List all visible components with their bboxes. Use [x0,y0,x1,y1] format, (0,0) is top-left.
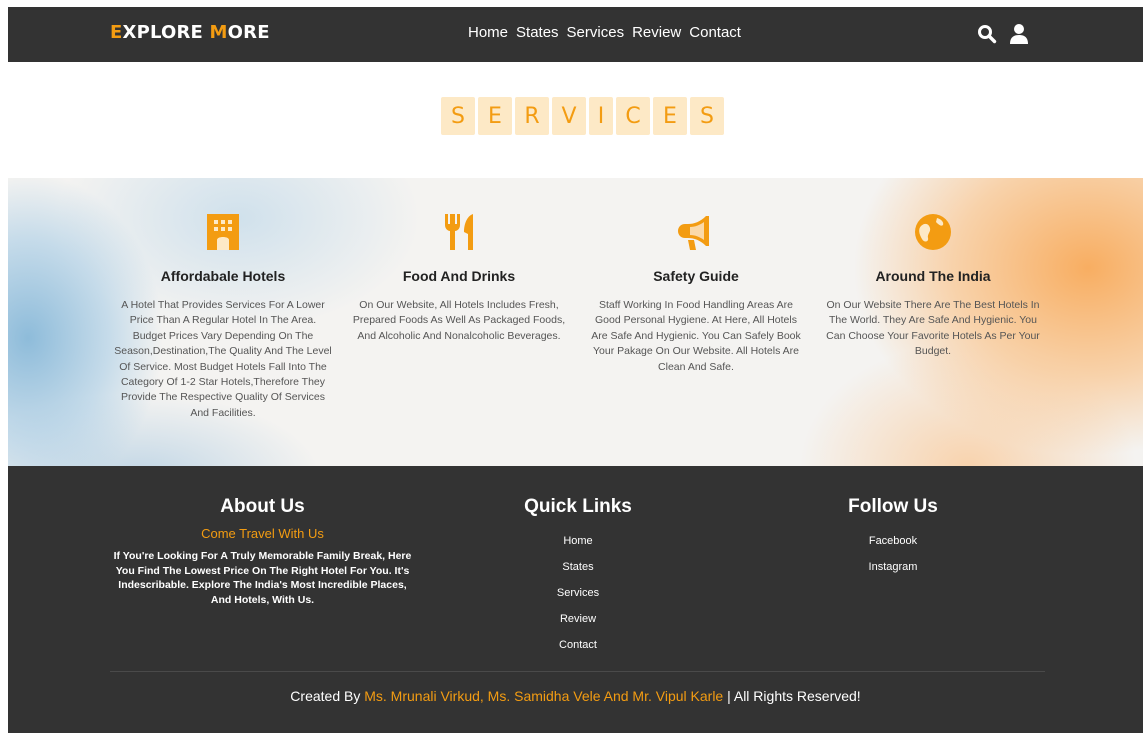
nav-icons [976,23,1030,45]
service-description: A Hotel That Provides Services For A Low… [114,299,332,419]
footer-link-review[interactable]: Review [488,610,668,636]
service-description: On Our Website There Are The Best Hotels… [826,299,1040,358]
hotel-icon [203,212,243,252]
heading-letter: C [616,97,650,135]
logo-letter-e: E [110,22,123,43]
nav-links: Home States Services Review Contact [468,24,749,41]
footer-quick-links-title: Quick Links [524,496,632,517]
footer-link-contact[interactable]: Contact [488,636,668,662]
nav-link-review[interactable]: Review [632,24,681,41]
footer-about-title: About Us [220,496,305,517]
footer-about: About Us Come Travel With Us If You're L… [110,496,415,607]
footer-credits: Created By Ms. Mrunali Virkud, Ms. Samid… [8,688,1143,704]
footer-quick-links: Quick Links Home States Services Review … [488,496,668,662]
heading-letter: E [478,97,512,135]
footer-follow-title: Follow Us [848,496,938,517]
logo-letter-m: M [209,22,228,43]
heading-letter: E [653,97,687,135]
credits-prefix: Created By [290,688,365,704]
nav-link-states[interactable]: States [516,24,559,41]
footer-link-instagram[interactable]: Instagram [808,558,978,584]
credits-suffix: | All Rights Reserved! [723,688,861,704]
service-title: Around The India [875,268,991,284]
nav-link-home[interactable]: Home [468,24,508,41]
heading-letter: V [552,97,586,135]
footer-link-facebook[interactable]: Facebook [808,532,978,558]
logo-word-xplore: XPLORE [122,22,210,43]
search-icon[interactable] [976,23,998,45]
utensils-icon [439,212,479,252]
footer-follow-us: Follow Us Facebook Instagram [808,496,978,584]
heading-letter: S [441,97,475,135]
heading-letter: I [589,97,613,135]
follow-links-list: Facebook Instagram [808,532,978,584]
quick-links-list: Home States Services Review Contact [488,532,668,662]
services-section: Affordabale Hotels A Hotel That Provides… [8,178,1143,466]
service-title: Food And Drinks [402,268,516,284]
nav-link-services[interactable]: Services [567,24,625,41]
footer-link-services[interactable]: Services [488,584,668,610]
footer-divider [110,671,1045,672]
bullhorn-icon [676,212,716,252]
service-title: Affordabale Hotels [160,268,286,284]
services-heading: S E R V I C E S [441,97,724,135]
globe-icon [913,212,953,252]
logo-word-ore: ORE [227,22,270,43]
credits-names: Ms. Mrunali Virkud, Ms. Samidha Vele And… [364,688,724,704]
service-description: Staff Working In Food Handling Areas Are… [591,299,801,373]
heading-letter: R [515,97,549,135]
nav-link-contact[interactable]: Contact [689,24,741,41]
footer-about-text: If You're Looking For A Truly Memorable … [113,550,412,606]
site-logo[interactable]: EXPLORE MORE [110,22,270,43]
footer-link-states[interactable]: States [488,558,668,584]
service-description: On Our Website, All Hotels Includes Fres… [352,299,566,342]
footer-about-subtitle: Come Travel With Us [201,526,324,541]
heading-letter: S [690,97,724,135]
user-icon[interactable] [1008,23,1030,45]
navbar: EXPLORE MORE Home States Services Review… [8,7,1143,62]
footer: About Us Come Travel With Us If You're L… [8,466,1143,733]
service-title: Safety Guide [653,268,739,284]
footer-link-home[interactable]: Home [488,532,668,558]
